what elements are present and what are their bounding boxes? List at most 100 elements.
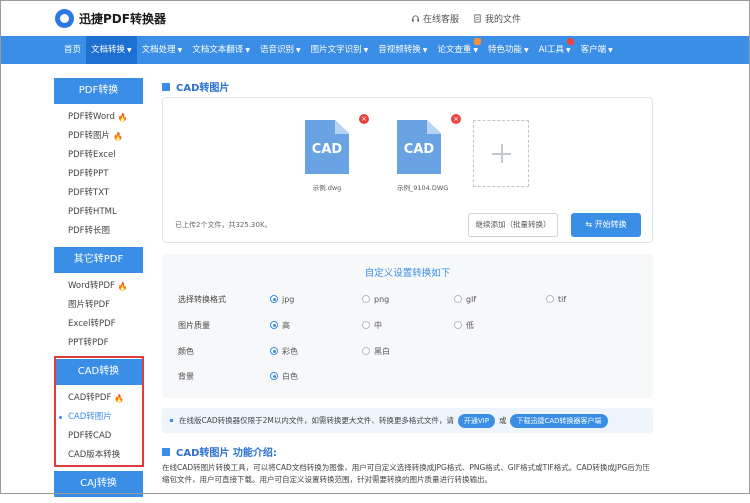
remove-file-button[interactable]: ×	[359, 114, 369, 124]
open-vip-button[interactable]: 开通VIP	[457, 413, 495, 428]
download-client-button[interactable]: 下载迅捷CAD转换器客户端	[510, 413, 608, 428]
sidebar-section-title[interactable]: PDF转换	[54, 78, 143, 104]
sidebar-item[interactable]: CAD转PDF 🔥	[68, 389, 143, 408]
nav-item[interactable]: 音视频转换 ▼	[373, 36, 432, 64]
sidebar-item[interactable]: 图片转PDF	[68, 296, 143, 315]
radio-option[interactable]: jpg	[270, 295, 362, 304]
start-convert-button[interactable]: ⇆ 开始转换	[571, 213, 641, 237]
file-card[interactable]: CAD × 示例_9104.DWG	[397, 114, 461, 192]
radio-button[interactable]	[454, 295, 462, 303]
nav-item[interactable]: AI工具 ▼	[534, 36, 576, 64]
settings-row: 颜色 彩色 黑白	[178, 344, 648, 358]
nav-item-label: 音视频转换	[378, 45, 421, 55]
sidebar-item-label: PDF转PPT	[68, 169, 109, 179]
file-icon-label: CAD	[311, 142, 343, 157]
radio-button[interactable]	[362, 347, 370, 355]
chevron-down-icon: ▼	[127, 47, 132, 54]
sidebar-section-title[interactable]: CAD转换	[54, 359, 143, 385]
sidebar-item[interactable]: CAD版本转换	[68, 446, 143, 465]
nav-item-label: 文档文本翻译	[192, 45, 244, 55]
radio-option[interactable]: gif	[454, 295, 546, 304]
support-label: 在线客服	[422, 15, 459, 25]
sidebar-group: CAD转PDF 🔥 CAD转图片 PDF转CAD CAD版本转换	[54, 385, 143, 471]
sidebar-item[interactable]: PDF转图片 🔥	[68, 127, 143, 146]
radio-button[interactable]	[270, 321, 278, 329]
page-title-text: CAD转图片	[176, 83, 230, 94]
logo-icon	[55, 9, 74, 28]
radio-option-label: tif	[558, 294, 567, 304]
headset-icon	[411, 15, 420, 22]
sidebar-item-label: CAD版本转换	[68, 450, 121, 460]
sidebar-section-title[interactable]: 其它转PDF	[54, 247, 143, 273]
nav-item[interactable]: 图片文字识别 ▼	[306, 36, 374, 64]
sidebar-item[interactable]: CAD转图片	[59, 408, 143, 427]
sidebar-item[interactable]: PPT转PDF	[68, 334, 143, 353]
radio-option[interactable]: 高	[270, 320, 362, 331]
radio-button[interactable]	[362, 295, 370, 303]
sidebar-item[interactable]: PDF转TXT	[68, 184, 143, 203]
radio-option[interactable]: 低	[454, 320, 546, 331]
radio-button[interactable]	[270, 372, 278, 380]
remove-file-button[interactable]: ×	[451, 114, 461, 124]
chevron-down-icon: ▼	[363, 47, 369, 54]
flame-icon: 🔥	[117, 113, 128, 122]
radio-option[interactable]: 黑白	[362, 346, 454, 357]
chevron-down-icon: ▼	[422, 47, 428, 54]
sidebar-item[interactable]: PDF转Excel	[68, 146, 143, 165]
add-file-button[interactable]	[473, 120, 529, 187]
nav-item-label: 图片文字识别	[310, 45, 362, 55]
top-links: 在线客服 我的文件	[397, 12, 521, 25]
radio-button[interactable]	[270, 295, 278, 303]
sidebar-item[interactable]: Word转PDF 🔥	[68, 277, 143, 296]
radio-button[interactable]	[362, 321, 370, 329]
nav-item[interactable]: 论文查重 ▼	[432, 36, 483, 64]
new-badge-icon	[474, 38, 481, 45]
settings-row-label: 选择转换格式	[178, 294, 226, 304]
support-link[interactable]: 在线客服	[411, 12, 459, 25]
radio-option-label: jpg	[282, 294, 295, 304]
nav-item[interactable]: 文档处理 ▼	[137, 36, 188, 64]
nav-item[interactable]: 文档文本翻译 ▼	[187, 36, 255, 64]
radio-button[interactable]	[270, 347, 278, 355]
nav-item[interactable]: 语音识别 ▼	[255, 36, 306, 64]
nav-item-label: 论文查重	[437, 45, 472, 55]
radio-option-label: 彩色	[282, 346, 298, 356]
sidebar-item-label: CAD转图片	[68, 412, 112, 422]
sidebar-item[interactable]: Excel转PDF	[68, 315, 143, 334]
radio-button[interactable]	[454, 321, 462, 329]
sidebar-item[interactable]: PDF转PPT	[68, 165, 143, 184]
settings-row: 图片质量 高 中 低	[178, 318, 648, 332]
logo[interactable]: 迅捷PDF转换器	[55, 9, 166, 28]
settings-row-label: 颜色	[178, 346, 194, 356]
sidebar-item[interactable]: PDF转Word 🔥	[68, 108, 143, 127]
flame-icon: 🔥	[114, 394, 125, 403]
flame-icon: 🔥	[117, 282, 128, 291]
chevron-down-icon: ▼	[524, 47, 529, 54]
radio-option-label: png	[374, 294, 390, 304]
sidebar: PDF转换 PDF转Word 🔥 PDF转图片 🔥 PDF转Excel PDF转PPT PDF…	[54, 78, 143, 503]
notice-bar: 在线版CAD转换器仅限于2M以内文件，如需转换更大文件、转换更多格式文件，请 开…	[162, 408, 653, 433]
file-card[interactable]: CAD × 示例.dwg	[305, 114, 369, 192]
nav-item-label: 客户端	[580, 45, 607, 55]
sidebar-item[interactable]: PDF转HTML	[68, 203, 143, 222]
myfiles-link[interactable]: 我的文件	[473, 12, 521, 25]
sidebar-item[interactable]: PDF转长图	[68, 222, 143, 241]
nav-item[interactable]: 文档转换 ▼	[86, 36, 137, 64]
continue-add-button[interactable]: 继续添加（批量转换）	[468, 213, 558, 237]
or-text: 或	[498, 416, 507, 425]
radio-option[interactable]: 中	[362, 320, 454, 331]
sidebar-item-label: PDF转TXT	[68, 188, 110, 198]
sidebar-item-label: PDF转Word	[68, 112, 115, 122]
sidebar-item[interactable]: PDF转CAD	[68, 427, 143, 446]
nav-item[interactable]: 客户端 ▼	[576, 36, 618, 64]
radio-option[interactable]: 白色	[270, 371, 362, 382]
settings-row: 选择转换格式 jpg png gif tif	[178, 292, 648, 306]
radio-option[interactable]: tif	[546, 295, 638, 304]
nav-item[interactable]: 特色功能 ▼	[483, 36, 534, 64]
radio-option[interactable]: 彩色	[270, 346, 362, 357]
nav-item[interactable]: 首页	[59, 36, 86, 64]
radio-button[interactable]	[546, 295, 554, 303]
upload-area[interactable]: CAD × 示例.dwg CAD × 示例_9104.DWG 已上传2个文件，共…	[162, 97, 653, 243]
sidebar-section-title[interactable]: CAJ转换	[54, 471, 143, 497]
radio-option[interactable]: png	[362, 295, 454, 304]
